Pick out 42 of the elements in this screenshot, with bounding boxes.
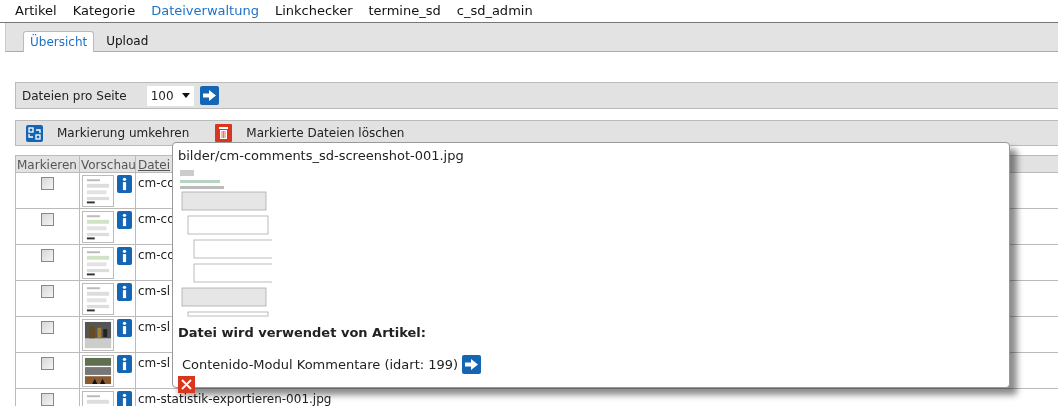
nav-link[interactable]: Dateiverwaltung: [151, 1, 259, 21]
close-icon: [181, 378, 192, 390]
file-path: bilder/cm-comments_sd-screenshot-001.jpg: [178, 147, 465, 165]
checkbox[interactable]: [41, 357, 54, 370]
tab[interactable]: Übersicht: [23, 31, 95, 52]
info-icon[interactable]: [117, 355, 132, 373]
checkbox[interactable]: [41, 393, 54, 406]
per-page-select[interactable]: 100: [146, 85, 194, 106]
go-button[interactable]: [462, 355, 482, 375]
info-icon[interactable]: [117, 211, 132, 229]
column-header: Vorschau: [80, 156, 136, 172]
per-page-label: Dateien pro Seite: [22, 87, 127, 105]
checkbox[interactable]: [41, 213, 54, 226]
file-name[interactable]: cm-sl: [138, 356, 171, 370]
nav-link[interactable]: termine_sd: [368, 1, 441, 21]
column-header: Markieren: [16, 156, 80, 172]
file-name[interactable]: cm-statistik-exportieren-001.jpg: [138, 392, 332, 406]
checkbox[interactable]: [41, 177, 54, 190]
caret-icon: [181, 93, 190, 98]
go-button[interactable]: [199, 86, 219, 105]
action-link[interactable]: Markierung umkehren: [57, 124, 190, 142]
checkbox[interactable]: [41, 321, 54, 334]
action-link[interactable]: Markierte Dateien löschen: [246, 124, 405, 142]
close-button[interactable]: [178, 375, 195, 393]
checkbox[interactable]: [41, 249, 54, 262]
info-icon[interactable]: [117, 319, 132, 337]
info-icon[interactable]: [117, 247, 132, 265]
nav-link[interactable]: Linkchecker: [274, 1, 353, 21]
info-icon[interactable]: [117, 391, 132, 406]
info-icon[interactable]: [117, 283, 132, 301]
file-name[interactable]: cm-sl: [138, 320, 171, 334]
nav-link[interactable]: c_sd_admin: [456, 1, 533, 21]
nav-link[interactable]: Artikel: [15, 1, 57, 21]
article-title: Contenido-Modul Kommentare (idart: 199): [182, 356, 459, 374]
trash-icon[interactable]: [215, 124, 233, 142]
info-icon[interactable]: [117, 175, 132, 193]
usage-heading: Datei wird verwendet von Artikel:: [178, 323, 428, 342]
nav-link[interactable]: Kategorie: [72, 1, 136, 21]
file-name[interactable]: cm-sl: [138, 284, 171, 298]
checkbox[interactable]: [41, 285, 54, 298]
swap-icon[interactable]: [26, 124, 43, 142]
tab[interactable]: Upload: [98, 30, 157, 51]
